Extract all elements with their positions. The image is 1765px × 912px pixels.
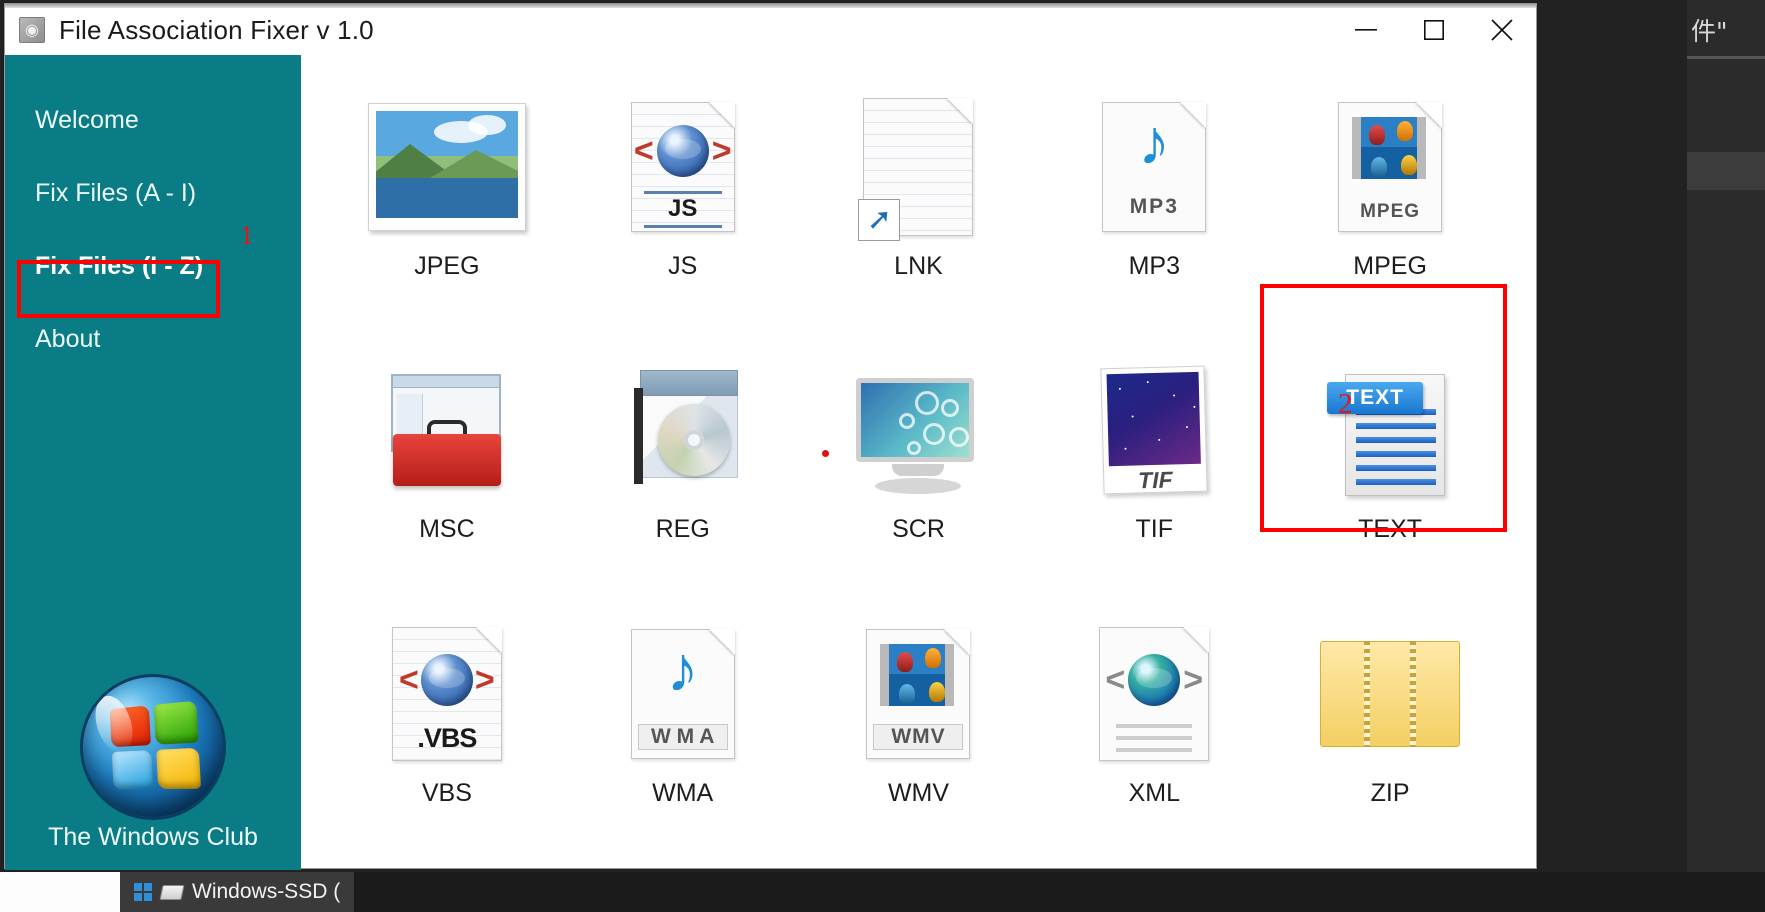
window-controls <box>1332 4 1536 56</box>
annotation-marker-2: 2 <box>1338 388 1353 420</box>
minimize-button[interactable] <box>1332 4 1400 56</box>
tile-label: TEXT <box>1358 515 1423 544</box>
tif-badge: TIF <box>1138 466 1174 494</box>
lnk-shortcut-icon: ➚ <box>858 92 974 242</box>
background-window-panel: 件" <box>1687 0 1765 872</box>
annotation-dot <box>822 450 829 457</box>
sidebar-nav: Welcome Fix Files (A - I) Fix Files (I -… <box>5 56 301 366</box>
msc-console-icon <box>383 355 511 505</box>
wma-audio-icon: ♪ W M A <box>630 619 735 769</box>
background-panel-divider <box>1687 56 1765 59</box>
tile-mpeg[interactable]: MPEG MPEG <box>1272 82 1508 345</box>
sidebar-item-about[interactable]: About <box>5 313 301 366</box>
tile-label: WMA <box>652 778 714 807</box>
drive-icon <box>134 883 152 901</box>
drive-glyph-icon <box>159 884 185 900</box>
zip-archive-icon <box>1320 619 1461 769</box>
window-title: File Association Fixer v 1.0 <box>59 14 374 45</box>
sidebar: Welcome Fix Files (A - I) Fix Files (I -… <box>5 56 301 870</box>
tile-label: MPEG <box>1353 252 1427 280</box>
tile-vbs[interactable]: < > .VBS VBS <box>329 609 565 872</box>
tile-label: REG <box>655 515 710 544</box>
text-document-icon: TEXT <box>1327 355 1449 505</box>
brand-block: The Windows Club <box>5 677 301 852</box>
tile-label: VBS <box>421 778 472 807</box>
tile-label: WMV <box>887 778 950 807</box>
tile-zip[interactable]: ZIP <box>1272 609 1508 872</box>
tile-msc[interactable]: MSC <box>329 345 565 608</box>
jpeg-photo-icon <box>367 92 526 242</box>
title-bar-top-shadow <box>5 4 1536 8</box>
tile-reg[interactable]: REG <box>565 345 801 608</box>
tile-js[interactable]: < > JS JS <box>565 82 801 345</box>
sidebar-item-fix-files-i-z[interactable]: Fix Files (I - Z) <box>5 240 301 293</box>
title-bar: ◉ File Association Fixer v 1.0 <box>5 4 1536 56</box>
tile-xml[interactable]: < > XML <box>1036 609 1272 872</box>
tile-mp3[interactable]: ♪ MP3 MP3 <box>1036 82 1272 345</box>
app-logo-icon: ◉ <box>19 17 45 43</box>
reg-registry-icon <box>620 355 746 505</box>
tile-label: MSC <box>419 515 475 544</box>
vbs-badge: .VBS <box>417 722 477 753</box>
sidebar-item-fix-files-a-i[interactable]: Fix Files (A - I) <box>5 167 301 220</box>
tile-jpeg[interactable]: JPEG <box>329 82 565 345</box>
tile-label: MP3 <box>1128 252 1180 280</box>
screen: 件" ◉ File Association Fixer v 1.0 Welcom… <box>0 0 1765 912</box>
wma-badge: W M A <box>637 723 728 750</box>
tile-lnk[interactable]: ➚ LNK <box>801 82 1037 345</box>
mp3-badge: MP3 <box>1129 195 1179 218</box>
taskbar-item-label: Windows-SSD ( <box>192 880 341 903</box>
desktop-left-strip <box>0 872 120 912</box>
xml-document-icon: < > <box>1099 619 1210 769</box>
wmv-video-icon: WMV <box>866 619 971 769</box>
wmv-badge: WMV <box>873 723 964 750</box>
tile-wma[interactable]: ♪ W M A WMA <box>565 609 801 872</box>
vbs-script-icon: < > .VBS <box>391 619 502 769</box>
file-type-grid-area: JPEG < > JS JS ➚ LNK ♪ MP3 MP3 MPEG MPEG… <box>301 56 1536 868</box>
taskbar: Windows-SSD ( <box>120 872 1765 912</box>
tile-label: SCR <box>892 515 945 544</box>
tile-label: TIF <box>1135 515 1174 544</box>
windows-orb-icon <box>83 677 223 817</box>
tif-image-icon: TIF <box>1100 355 1208 505</box>
mpeg-badge: MPEG <box>1360 201 1421 222</box>
tile-label: ZIP <box>1370 778 1410 807</box>
tile-text[interactable]: TEXT TEXT <box>1272 345 1508 608</box>
tile-wmv[interactable]: WMV WMV <box>801 609 1037 872</box>
mp3-audio-icon: ♪ MP3 <box>1102 92 1207 242</box>
background-panel-row <box>1687 152 1765 190</box>
tile-label: JPEG <box>414 252 480 280</box>
tile-tif[interactable]: TIF TIF <box>1036 345 1272 608</box>
maximize-button[interactable] <box>1400 4 1468 56</box>
tile-label: XML <box>1128 778 1180 807</box>
close-button[interactable] <box>1468 4 1536 56</box>
file-type-grid: JPEG < > JS JS ➚ LNK ♪ MP3 MP3 MPEG MPEG… <box>329 82 1508 872</box>
taskbar-item-windows-ssd[interactable]: Windows-SSD ( <box>120 872 355 912</box>
mpeg-video-icon: MPEG <box>1338 92 1443 242</box>
filmstrip-icon <box>880 643 955 706</box>
sidebar-item-welcome[interactable]: Welcome <box>5 94 301 147</box>
js-script-icon: < > JS <box>630 92 735 242</box>
tile-label: JS <box>668 252 698 280</box>
filmstrip-icon <box>1352 117 1427 179</box>
scr-screensaver-icon <box>856 355 980 505</box>
annotation-marker-1: 1 <box>240 220 254 250</box>
shortcut-arrow-icon: ➚ <box>858 199 901 241</box>
app-window: ◉ File Association Fixer v 1.0 Welcome F… <box>4 3 1537 870</box>
tile-scr[interactable]: SCR <box>801 345 1037 608</box>
music-note-icon: ♪ <box>666 632 699 705</box>
background-window-title: 件" <box>1691 17 1728 46</box>
js-badge: JS <box>668 195 698 222</box>
music-note-icon: ♪ <box>1138 106 1171 178</box>
tile-label: LNK <box>894 252 943 280</box>
brand-text: The Windows Club <box>48 823 258 851</box>
